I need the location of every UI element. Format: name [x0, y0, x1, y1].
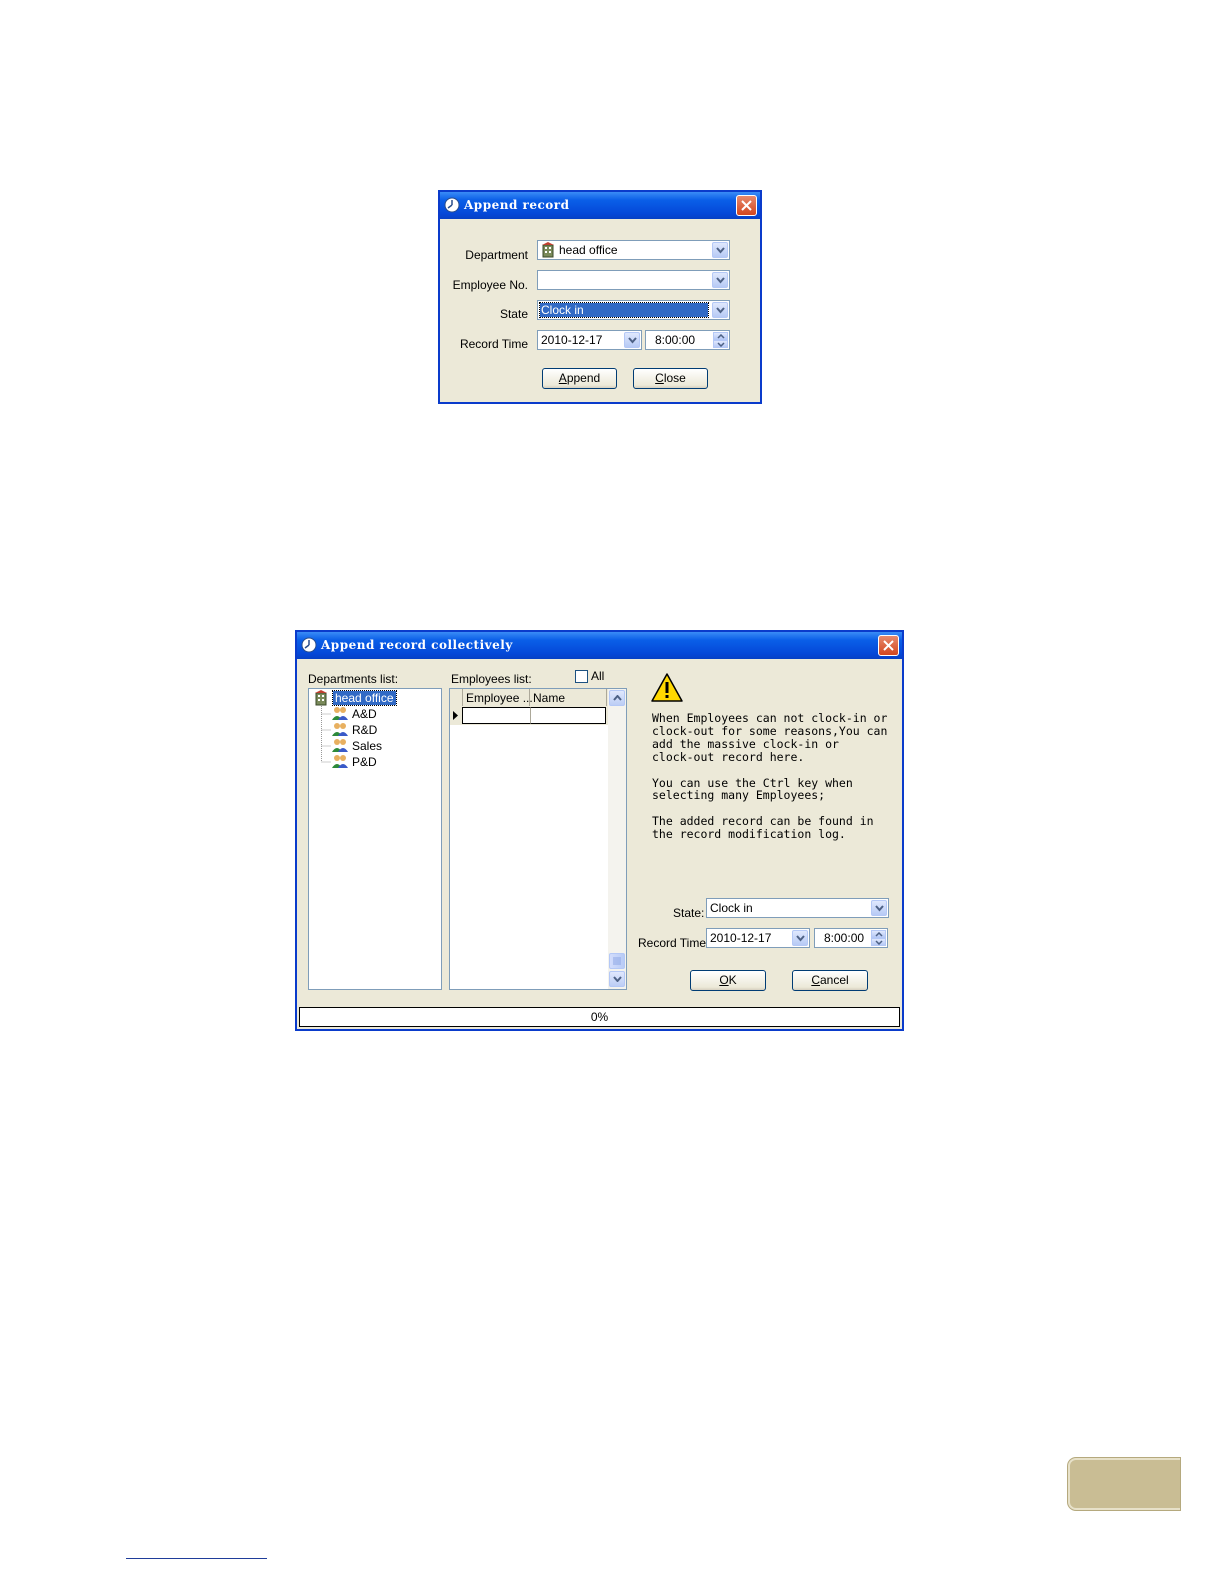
- title-bar[interactable]: Append record: [440, 192, 760, 219]
- chevron-down-icon: [716, 247, 725, 254]
- grid-header: Employee ... Name: [450, 689, 608, 708]
- title-bar[interactable]: Append record collectively: [297, 632, 902, 659]
- employees-list-label: Employees list:: [451, 672, 532, 686]
- dropdown-button[interactable]: [792, 930, 808, 946]
- record-time-value: 8:00:00: [824, 931, 865, 945]
- record-time-spinner[interactable]: 8:00:00: [645, 330, 730, 350]
- vertical-scrollbar[interactable]: [608, 689, 626, 989]
- row-pointer-icon: [453, 711, 458, 720]
- all-checkbox[interactable]: All: [575, 669, 615, 684]
- page-number-tab: [1068, 1458, 1180, 1510]
- grid-cell-employee[interactable]: [462, 707, 531, 724]
- dropdown-button[interactable]: [712, 272, 728, 288]
- scroll-thumb[interactable]: [609, 953, 625, 969]
- departments-list-label: Departments list:: [308, 672, 399, 686]
- spin-up-button[interactable]: [713, 332, 728, 340]
- building-icon: [315, 690, 327, 706]
- warning-icon: [651, 673, 683, 702]
- departments-tree[interactable]: head office A&D R&D Sales P&D: [308, 688, 442, 990]
- info-text: When Employees can not clock-in or clock…: [652, 711, 888, 842]
- chevron-down-icon: [796, 935, 805, 942]
- time-spinner-buttons[interactable]: [713, 332, 728, 348]
- dropdown-button[interactable]: [871, 900, 887, 916]
- progress-bar: 0%: [299, 1007, 900, 1027]
- record-date-picker[interactable]: 2010-12-17: [537, 330, 642, 350]
- state-label: State: [499, 307, 528, 321]
- record-date-picker[interactable]: 2010-12-17: [706, 928, 810, 948]
- record-date-value: 2010-12-17: [710, 931, 772, 945]
- append-button[interactable]: Append: [542, 368, 617, 389]
- tree-item-label: P&D: [352, 755, 377, 769]
- group-icon: [332, 739, 348, 752]
- state-label: State:: [673, 906, 705, 920]
- grid-body: [450, 725, 608, 989]
- scroll-up-button[interactable]: [609, 690, 625, 706]
- append-record-dialog: Append record Department head office Emp…: [438, 190, 762, 404]
- record-time-label: Record Time:: [638, 936, 710, 950]
- footer-divider: [126, 1558, 267, 1559]
- append-record-collectively-dialog: Append record collectively Departments l…: [295, 630, 904, 1031]
- record-time-label: Record Time: [459, 337, 528, 351]
- close-icon: [741, 200, 752, 211]
- department-value: head office: [559, 243, 618, 257]
- state-select[interactable]: Clock in: [537, 300, 730, 320]
- progress-text: 0%: [590, 1010, 609, 1024]
- dropdown-button[interactable]: [712, 302, 728, 318]
- state-value: Clock in: [541, 303, 584, 317]
- dialog-title: Append record collectively: [321, 638, 513, 652]
- group-icon: [332, 723, 348, 736]
- tree-item-label: A&D: [352, 707, 377, 721]
- state-select[interactable]: Clock in: [706, 898, 889, 918]
- tree-item-label: R&D: [352, 723, 378, 737]
- grid-cell-name[interactable]: [530, 707, 606, 724]
- chevron-down-icon: [716, 277, 725, 284]
- scroll-down-button[interactable]: [609, 971, 625, 987]
- record-time-value: 8:00:00: [655, 333, 696, 347]
- employees-grid[interactable]: Employee ... Name: [449, 688, 627, 990]
- chevron-down-icon: [628, 337, 637, 344]
- close-icon: [883, 640, 894, 651]
- grip-icon: [613, 957, 621, 965]
- chevron-down-icon: [716, 307, 725, 314]
- close-window-button[interactable]: [878, 635, 899, 656]
- record-date-value: 2010-12-17: [541, 333, 603, 347]
- chevron-down-icon: [875, 940, 883, 945]
- ok-button[interactable]: OK: [690, 970, 766, 991]
- chevron-down-icon: [717, 342, 725, 347]
- group-icon: [332, 755, 348, 768]
- chevron-up-icon: [613, 695, 622, 701]
- employee-no-label: Employee No.: [452, 278, 528, 292]
- close-window-button[interactable]: [736, 195, 757, 216]
- table-row[interactable]: [450, 707, 608, 724]
- chevron-down-icon: [613, 976, 622, 982]
- building-icon: [542, 242, 554, 258]
- spin-up-button[interactable]: [871, 930, 886, 938]
- spin-down-button[interactable]: [871, 938, 886, 946]
- clock-icon: [444, 197, 460, 213]
- group-icon: [332, 707, 348, 720]
- close-button[interactable]: Close: [633, 368, 708, 389]
- record-time-spinner[interactable]: 8:00:00: [814, 928, 888, 948]
- grid-corner: [450, 689, 463, 706]
- state-value: Clock in: [710, 901, 753, 915]
- checkbox-box[interactable]: [575, 670, 588, 683]
- chevron-up-icon: [717, 334, 725, 339]
- tree-item-label: Sales: [352, 739, 383, 753]
- chevron-down-icon: [875, 905, 884, 912]
- clock-icon: [301, 637, 317, 653]
- dropdown-button[interactable]: [712, 242, 728, 258]
- cancel-button[interactable]: Cancel: [792, 970, 868, 991]
- all-label: All: [591, 669, 605, 683]
- chevron-up-icon: [875, 932, 883, 937]
- column-header-name[interactable]: Name: [530, 689, 607, 706]
- dialog-title: Append record: [464, 198, 570, 212]
- department-label: Department: [465, 248, 528, 262]
- dropdown-button[interactable]: [624, 332, 640, 348]
- tree-item-label: head office: [332, 690, 397, 706]
- time-spinner-buttons[interactable]: [871, 930, 886, 946]
- department-select[interactable]: head office: [537, 240, 730, 260]
- spin-down-button[interactable]: [713, 340, 728, 348]
- column-header-employee[interactable]: Employee ...: [463, 689, 533, 706]
- employee-no-select[interactable]: [537, 270, 730, 290]
